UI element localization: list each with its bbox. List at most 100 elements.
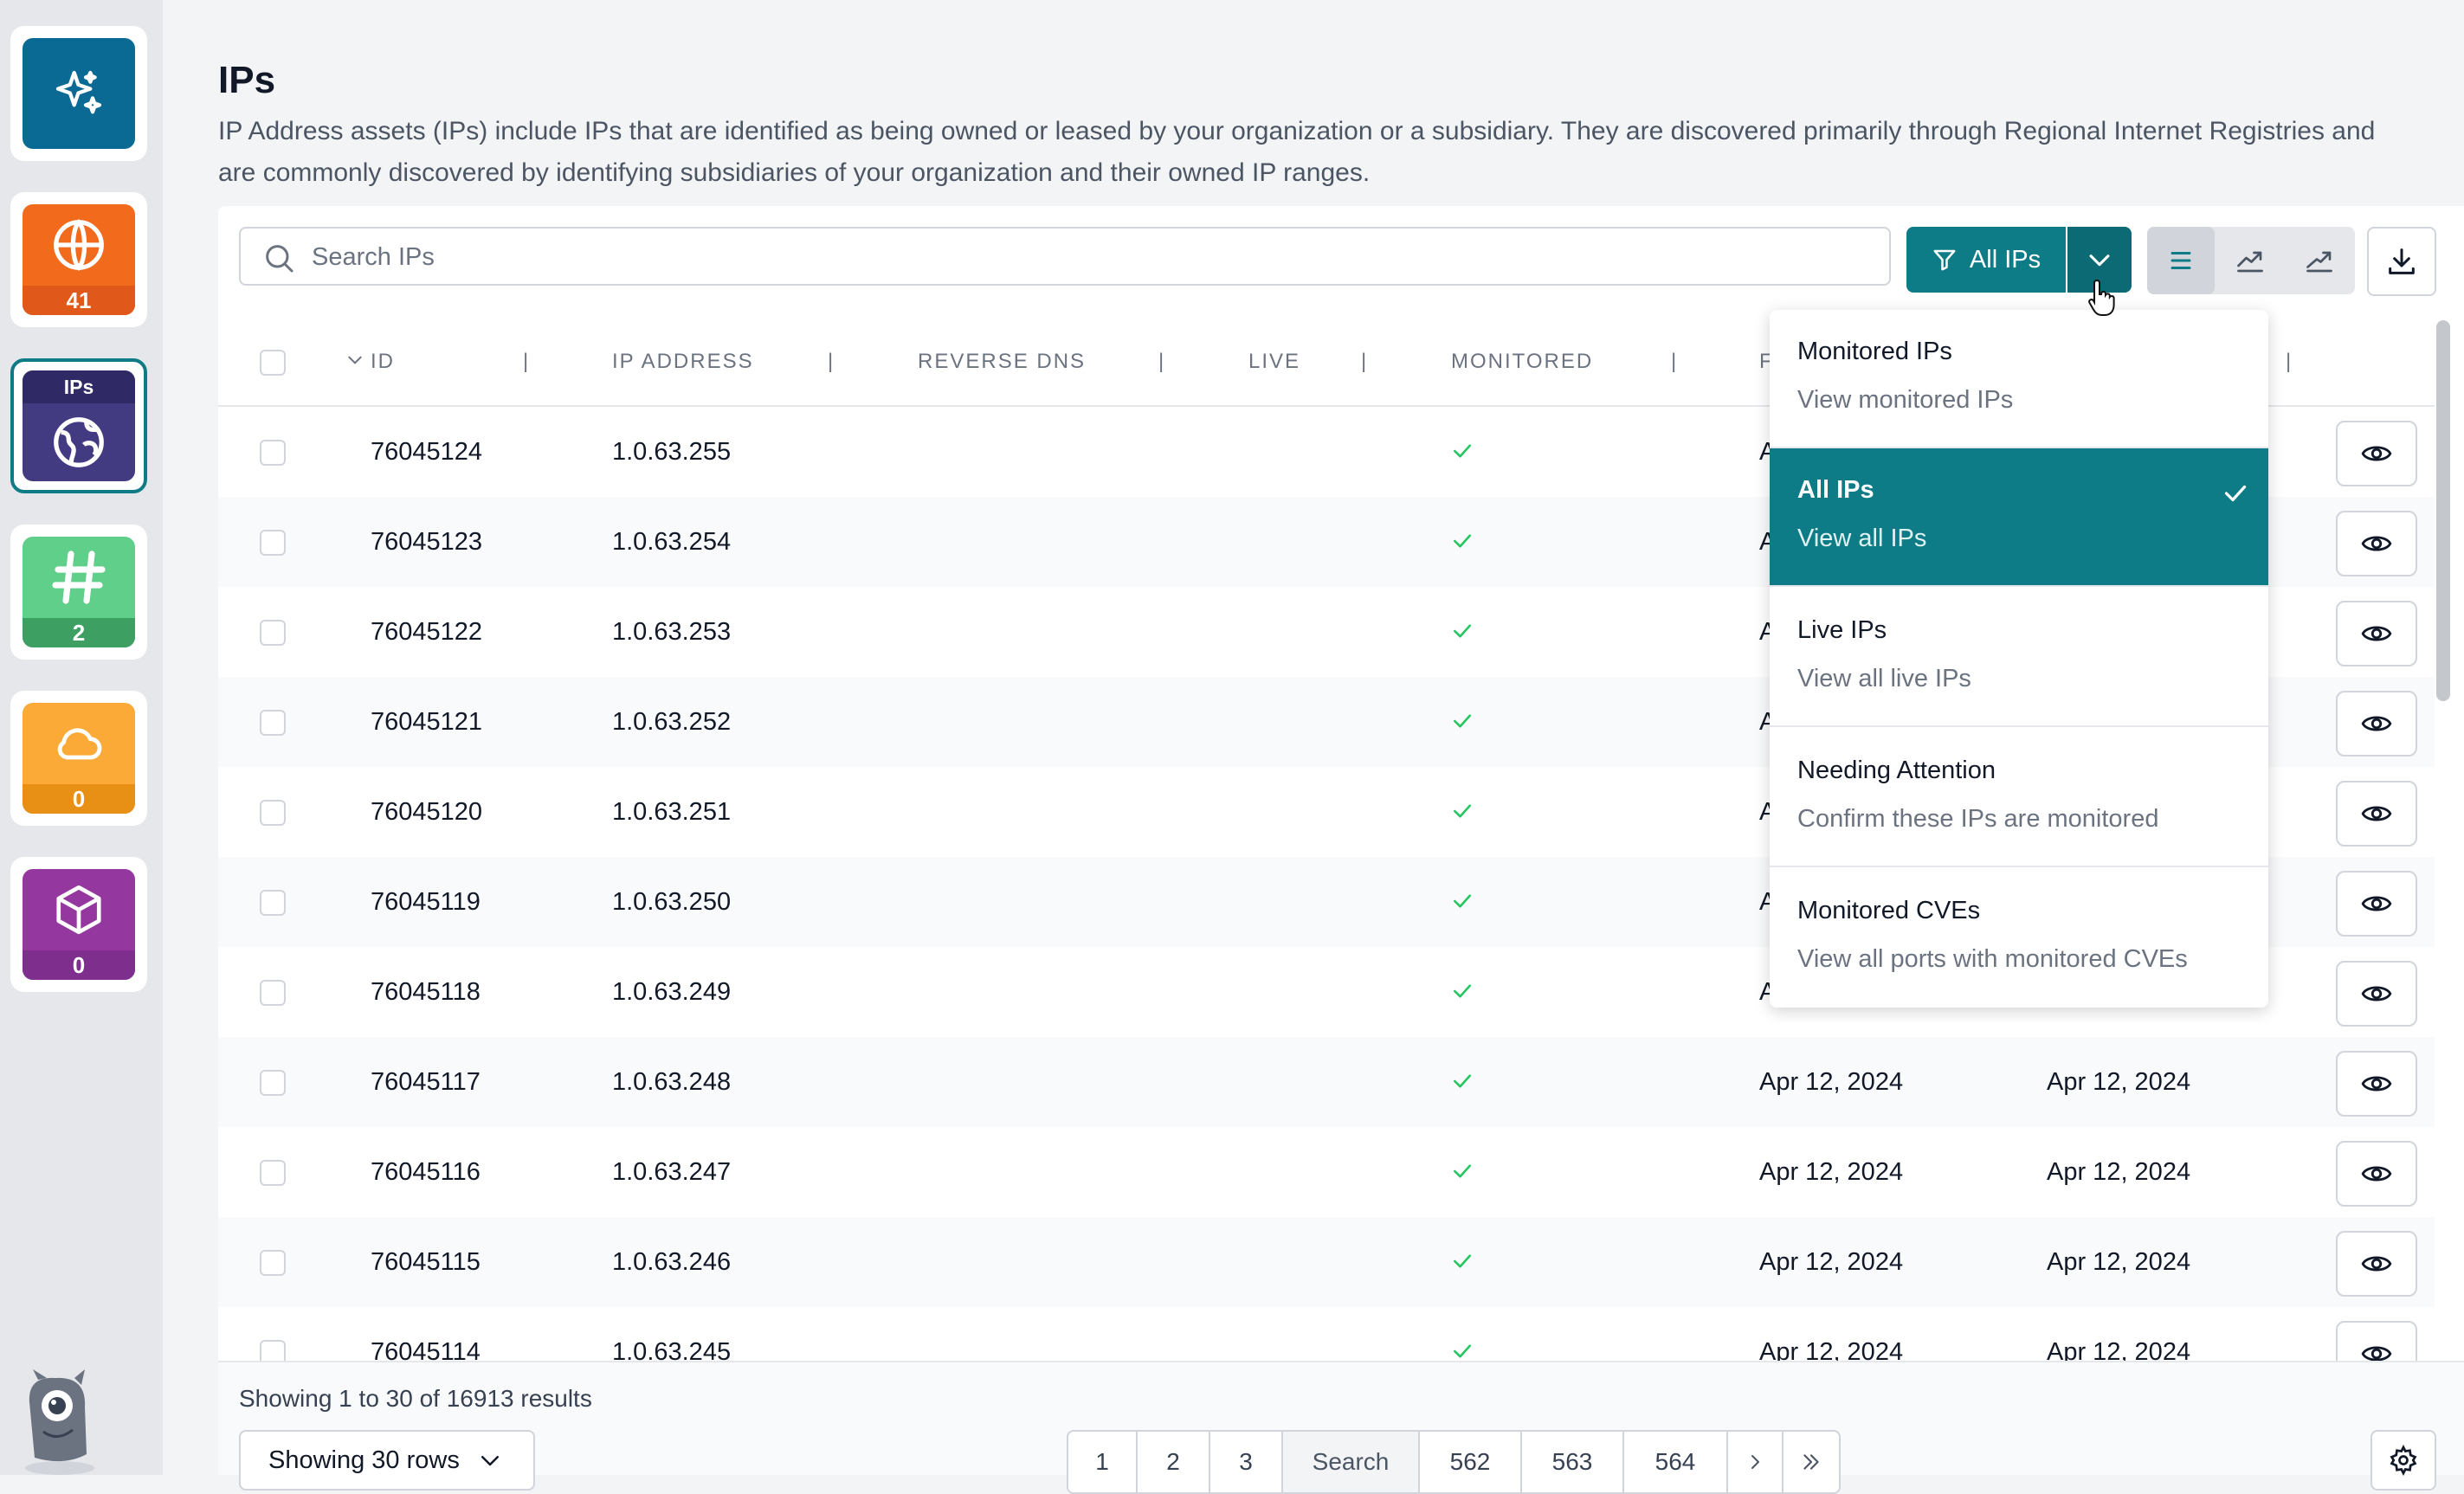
check-icon — [1454, 624, 1471, 638]
next-page-button[interactable] — [1728, 1432, 1783, 1492]
column-header-monitored[interactable]: MONITORED — [1451, 350, 1593, 374]
view-details-button[interactable] — [2336, 511, 2417, 576]
page-button[interactable]: 562 — [1420, 1432, 1522, 1492]
eye-icon — [2361, 986, 2392, 1001]
view-details-button[interactable] — [2336, 961, 2417, 1027]
view-details-button[interactable] — [2336, 781, 2417, 847]
page-search-button[interactable]: Search — [1283, 1432, 1420, 1492]
nav-item-ai[interactable] — [10, 26, 147, 161]
row-checkbox[interactable] — [260, 620, 286, 646]
nav-item-cloud[interactable]: 0 — [10, 691, 147, 826]
eye-icon — [2361, 806, 2392, 821]
column-resizer[interactable]: | — [828, 350, 833, 374]
table-row[interactable]: 76045114 1.0.63.245 Apr 12, 2024 Apr 12,… — [218, 1307, 2435, 1361]
view-details-button[interactable] — [2336, 871, 2417, 937]
column-header-id[interactable]: ID — [371, 350, 395, 374]
cell-ip: 1.0.63.245 — [612, 1338, 732, 1361]
option-description: View all live IPs — [1797, 665, 1971, 692]
view-details-button[interactable] — [2336, 1051, 2417, 1117]
trend-view-button[interactable] — [2216, 227, 2284, 294]
rows-per-page-select[interactable]: Showing 30 rows — [239, 1430, 535, 1491]
cell-last-seen: Apr 12, 2024 — [2047, 1068, 2191, 1096]
option-description: Confirm these IPs are monitored — [1797, 805, 2159, 833]
option-description: View monitored IPs — [1797, 386, 2014, 414]
column-resizer[interactable]: | — [2286, 350, 2291, 374]
view-details-button[interactable] — [2336, 1321, 2417, 1361]
column-resizer[interactable]: | — [523, 350, 528, 374]
check-icon — [1454, 534, 1471, 548]
list-icon — [2171, 251, 2191, 270]
cell-id: 76045122 — [371, 618, 483, 646]
column-resizer[interactable]: | — [1671, 350, 1676, 374]
last-page-button[interactable] — [1783, 1432, 1839, 1492]
filter-button[interactable]: All IPs — [1906, 227, 2066, 293]
sort-desc-icon[interactable] — [346, 351, 364, 369]
cell-last-seen: Apr 12, 2024 — [2047, 1248, 2191, 1276]
page-title: IPs — [218, 59, 276, 101]
page-button[interactable]: 563 — [1522, 1432, 1624, 1492]
cell-ip: 1.0.63.253 — [612, 618, 732, 646]
table-scrollbar[interactable] — [2436, 320, 2450, 701]
column-resizer[interactable]: | — [1158, 350, 1164, 374]
nav-item-cube[interactable]: 0 — [10, 857, 147, 992]
nav-item-ips[interactable]: IPs — [10, 358, 147, 493]
table-settings-button[interactable] — [2370, 1430, 2436, 1491]
nav-item-domains[interactable]: 41 — [10, 192, 147, 327]
nav-label: IPs — [23, 370, 135, 403]
page-button[interactable]: 3 — [1210, 1432, 1283, 1492]
cell-first-seen: Apr 12, 2024 — [1759, 1338, 1904, 1361]
eye-icon — [2361, 536, 2392, 551]
row-checkbox[interactable] — [260, 1070, 286, 1096]
nav-item-hashtags[interactable]: 2 — [10, 525, 147, 660]
page-button[interactable]: 1 — [1068, 1432, 1138, 1492]
row-checkbox[interactable] — [260, 530, 286, 556]
download-button[interactable] — [2367, 227, 2436, 296]
nav-tile: 0 — [23, 703, 135, 814]
filter-option-needing-attention[interactable]: Needing Attention Confirm these IPs are … — [1770, 729, 2268, 867]
table-row[interactable]: 76045115 1.0.63.246 Apr 12, 2024 Apr 12,… — [218, 1217, 2435, 1307]
cell-ip: 1.0.63.255 — [612, 438, 732, 466]
cell-id: 76045123 — [371, 528, 483, 556]
row-checkbox[interactable] — [260, 980, 286, 1006]
list-view-button[interactable] — [2147, 227, 2215, 294]
column-resizer[interactable]: | — [1361, 350, 1366, 374]
cell-ip: 1.0.63.247 — [612, 1158, 732, 1186]
column-header-reverse-dns[interactable]: REVERSE DNS — [918, 350, 1086, 374]
nav-count: 41 — [23, 286, 135, 315]
chevron-down-icon — [2089, 254, 2110, 267]
eye-icon — [2361, 1166, 2392, 1182]
column-header-ip-address[interactable]: IP ADDRESS — [612, 350, 754, 374]
view-details-button[interactable] — [2336, 1231, 2417, 1297]
select-all-checkbox[interactable] — [260, 350, 286, 376]
filter-option-all-ips[interactable]: All IPs View all IPs — [1770, 448, 2268, 587]
view-details-button[interactable] — [2336, 1141, 2417, 1207]
eye-icon — [2361, 716, 2392, 731]
row-checkbox[interactable] — [260, 800, 286, 826]
page-button[interactable]: 564 — [1624, 1432, 1728, 1492]
search-input[interactable] — [310, 235, 1854, 279]
table-row[interactable]: 76045117 1.0.63.248 Apr 12, 2024 Apr 12,… — [218, 1037, 2435, 1127]
cell-id: 76045115 — [371, 1248, 481, 1276]
row-checkbox[interactable] — [260, 890, 286, 916]
option-description: View all ports with monitored CVEs — [1797, 945, 2188, 973]
row-checkbox[interactable] — [260, 440, 286, 466]
table-row[interactable]: 76045116 1.0.63.247 Apr 12, 2024 Apr 12,… — [218, 1127, 2435, 1217]
check-icon — [1454, 1254, 1471, 1268]
search-box[interactable] — [239, 227, 1891, 286]
filter-option-monitored-cves[interactable]: Monitored CVEs View all ports with monit… — [1770, 869, 2268, 1008]
growth-view-button[interactable] — [2286, 227, 2353, 294]
chevron-right-icon — [1751, 1455, 1759, 1469]
view-details-button[interactable] — [2336, 421, 2417, 486]
filter-option-live-ips[interactable]: Live IPs View all live IPs — [1770, 589, 2268, 727]
page-button[interactable]: 2 — [1138, 1432, 1210, 1492]
row-checkbox[interactable] — [260, 1160, 286, 1186]
row-checkbox[interactable] — [260, 1250, 286, 1276]
view-details-button[interactable] — [2336, 691, 2417, 757]
row-checkbox[interactable] — [260, 1340, 286, 1361]
view-details-button[interactable] — [2336, 601, 2417, 667]
filter-option-monitored-ips[interactable]: Monitored IPs View monitored IPs — [1770, 310, 2268, 448]
row-checkbox[interactable] — [260, 710, 286, 736]
eye-icon — [2361, 1346, 2392, 1361]
eye-icon — [2361, 1076, 2392, 1092]
column-header-live[interactable]: LIVE — [1248, 350, 1300, 374]
